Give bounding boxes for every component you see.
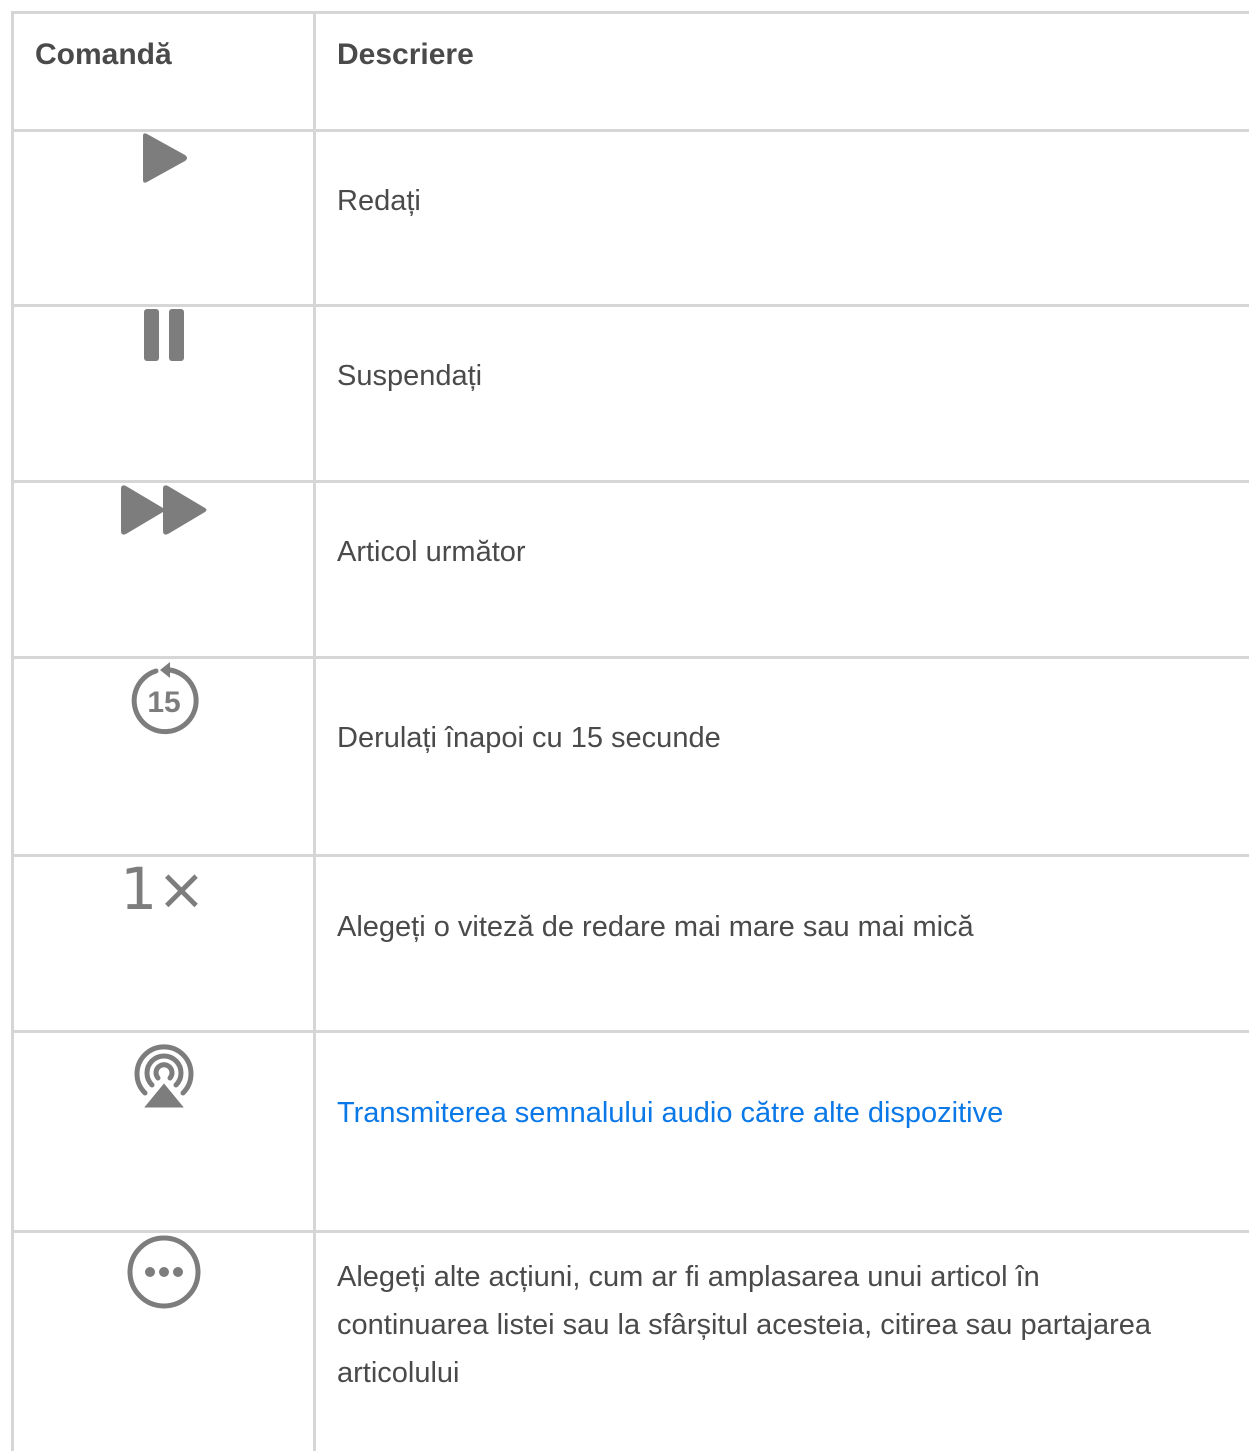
description-cell: Articol următor xyxy=(315,482,1249,658)
command-cell xyxy=(13,1232,315,1451)
description-cell: Suspendați xyxy=(315,306,1249,482)
playback-speed-label: 1× xyxy=(120,857,206,917)
description-text: Alegeți alte acțiuni, cum ar fi amplasar… xyxy=(316,1233,1249,1397)
fast-forward-icon xyxy=(118,501,210,518)
commands-table: Comandă Descriere Redați Suspendați xyxy=(11,11,1249,1451)
description-text: Alegeți o viteză de redare mai mare sau … xyxy=(316,857,1249,951)
description-text: Derulați înapoi cu 15 secunde xyxy=(316,659,1249,762)
table-row: Suspendați xyxy=(13,306,1249,482)
column-header-description: Descriere xyxy=(315,13,1249,131)
table-row: Alegeți alte acțiuni, cum ar fi amplasar… xyxy=(13,1232,1249,1451)
description-cell: Derulați înapoi cu 15 secunde xyxy=(315,658,1249,856)
playback-speed-icon: 1× xyxy=(119,878,209,895)
table-row: Articol următor xyxy=(13,482,1249,658)
play-icon xyxy=(139,149,189,166)
description-cell: Alegeți o viteză de redare mai mare sau … xyxy=(315,856,1249,1032)
command-cell xyxy=(13,131,315,306)
command-cell: 1× xyxy=(13,856,315,1032)
table-row: 15 Derulați înapoi cu 15 secunde xyxy=(13,658,1249,856)
command-cell: 15 xyxy=(13,658,315,856)
airplay-audio-link[interactable]: Transmiterea semnalului audio către alte… xyxy=(337,1097,1003,1129)
description-cell: Alegeți alte acțiuni, cum ar fi amplasar… xyxy=(315,1232,1249,1451)
pause-icon xyxy=(142,326,186,343)
table-row: 1× Alegeți o viteză de redare mai mare s… xyxy=(13,856,1249,1032)
description-text: Suspendați xyxy=(316,307,1249,400)
table-row[interactable]: Transmiterea semnalului audio către alte… xyxy=(13,1032,1249,1232)
more-options-icon xyxy=(125,1263,203,1280)
description-cell: Transmiterea semnalului audio către alte… xyxy=(315,1032,1249,1232)
command-cell xyxy=(13,306,315,482)
description-cell: Redați xyxy=(315,131,1249,306)
airplay-audio-icon xyxy=(124,1064,204,1081)
command-cell xyxy=(13,482,315,658)
skip-back-15-icon: 15 xyxy=(126,688,202,705)
skip-back-15-label: 15 xyxy=(147,686,180,719)
table-row: Redați xyxy=(13,131,1249,306)
description-text: Redați xyxy=(316,132,1249,225)
command-cell xyxy=(13,1032,315,1232)
table-header-row: Comandă Descriere xyxy=(13,13,1249,131)
column-header-command: Comandă xyxy=(13,13,315,131)
description-text: Articol următor xyxy=(316,483,1249,576)
